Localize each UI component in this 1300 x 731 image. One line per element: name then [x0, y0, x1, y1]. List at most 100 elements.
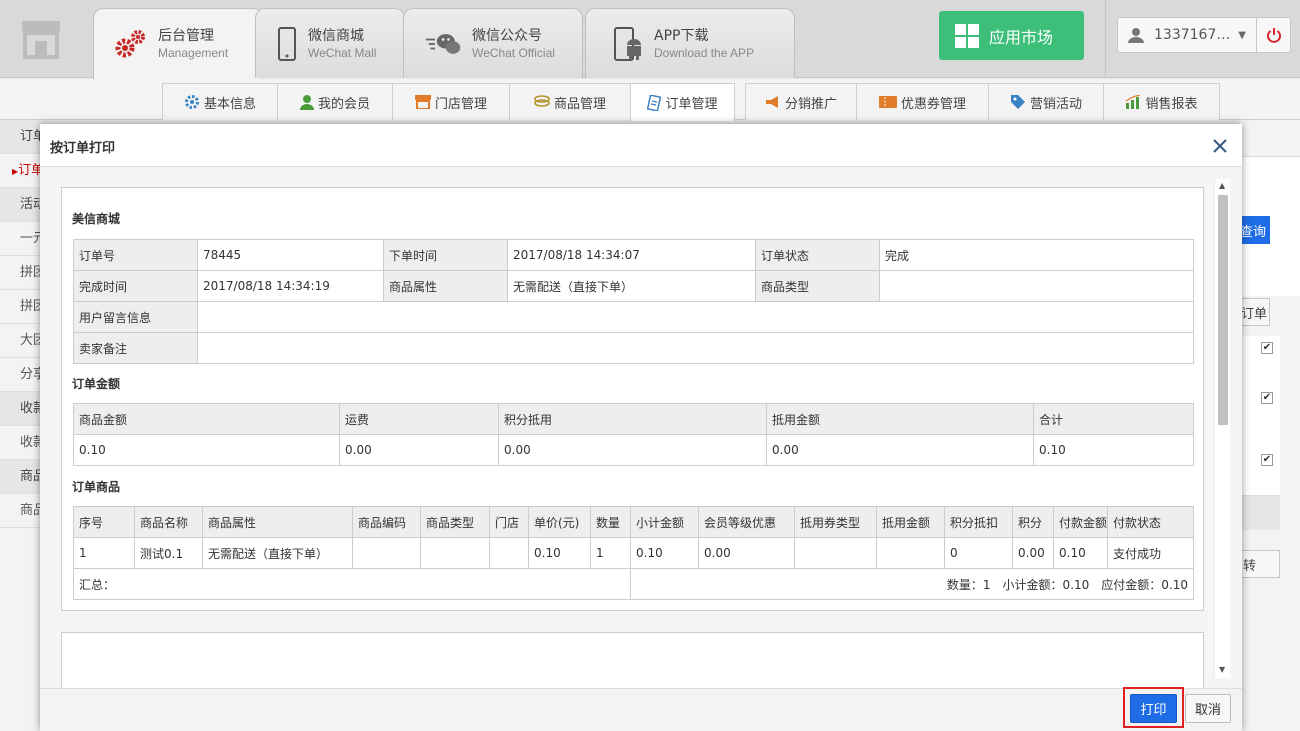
coupon-icon — [878, 95, 897, 109]
order-icon — [647, 94, 662, 111]
tab-coupon-management[interactable]: 优惠券管理 — [856, 83, 989, 120]
table-cell: 0.10 — [73, 434, 340, 466]
tab-title: 微信商城 — [308, 27, 364, 44]
app-market-label: 应用市场 — [989, 27, 1054, 47]
goods-attr-label: 商品属性 — [383, 270, 508, 302]
wechat-icon — [426, 26, 462, 62]
table-cell: 0 — [944, 537, 1013, 569]
column-header: 付款金额 — [1053, 506, 1108, 538]
finish-time-value: 2017/08/18 14:34:19 — [197, 270, 384, 302]
column-header: 积分抵用 — [498, 403, 767, 435]
chart-icon — [1125, 95, 1141, 109]
dialog-title: 按订单打印 — [50, 141, 116, 156]
sidebar-group[interactable]: 商品 — [0, 460, 43, 494]
table-cell — [876, 537, 945, 569]
table-cell: 支付成功 — [1107, 537, 1194, 569]
table-row: 卖家备注 — [73, 332, 1194, 364]
dialog-body: 美信商城 订单号 78445 下单时间 2017/08/18 14:34:07 … — [40, 167, 1242, 688]
tab-members[interactable]: 我的会员 — [277, 83, 393, 120]
column-header: 抵用金额 — [876, 506, 945, 538]
user-menu[interactable]: 1337167… ▼ — [1117, 17, 1257, 53]
caret-down-icon: ▼ — [1238, 29, 1246, 41]
sidebar-item[interactable]: 商品 — [0, 494, 43, 528]
amount-section-title: 订单金额 — [72, 377, 121, 391]
logout-button[interactable] — [1257, 17, 1291, 53]
query-button[interactable]: 查询 — [1240, 216, 1270, 244]
sidebar-item[interactable]: 收款 — [0, 426, 43, 460]
column-header: 商品金额 — [73, 403, 340, 435]
tab-wechat-official[interactable]: 微信公众号 WeChat Official — [403, 8, 583, 78]
table-cell: 0.10 — [1053, 537, 1108, 569]
store-logo-icon[interactable] — [0, 0, 82, 78]
tab-marketing[interactable]: 营销活动 — [988, 83, 1104, 120]
table-header-row: 商品金额 运费 积分抵用 抵用金额 合计 — [73, 403, 1194, 435]
dialog-footer — [40, 688, 1242, 731]
tab-wechat-mall[interactable]: 微信商城 WeChat Mall — [255, 8, 405, 78]
column-header: 商品编码 — [352, 506, 421, 538]
tab-title: 后台管理 — [158, 28, 214, 44]
scroll-up-icon[interactable]: ▲ — [1219, 181, 1225, 190]
background-button[interactable]: 订单 — [1240, 298, 1270, 326]
mobile-phone-icon — [276, 26, 298, 62]
scrollbar-thumb[interactable] — [1218, 195, 1228, 425]
user-message-label: 用户留言信息 — [73, 301, 198, 333]
table-header-row: 序号 商品名称 商品属性 商品编码 商品类型 门店 单价(元) 数量 小计金额 … — [73, 506, 1194, 538]
cancel-button[interactable]: 取消 — [1185, 694, 1231, 723]
tab-app-download[interactable]: APP下载 Download the APP — [585, 8, 795, 78]
store-icon — [414, 95, 431, 109]
checkbox[interactable]: ✔ — [1261, 392, 1273, 404]
column-header: 门店 — [489, 506, 529, 538]
tab-basic-info[interactable]: 基本信息 — [162, 83, 278, 120]
sidebar-item[interactable]: 拼团 — [0, 290, 43, 324]
sidebar-group[interactable]: 订单 — [0, 120, 43, 154]
sidebar-item[interactable]: 拼团 — [0, 256, 43, 290]
column-header: 运费 — [339, 403, 499, 435]
left-sidebar: 订单 ▶订单 活动 一元 拼团 拼团 大团 分享 收款 收款 商品 商品 — [0, 120, 44, 731]
tab-title: 微信公众号 — [472, 27, 542, 44]
table-cell: 0.00 — [698, 537, 795, 569]
table-cell: 0.10 — [528, 537, 591, 569]
column-header: 商品名称 — [134, 506, 203, 538]
tab-sales-report[interactable]: 销售报表 — [1103, 83, 1220, 120]
checkbox[interactable]: ✔ — [1261, 454, 1273, 466]
print-button[interactable]: 打印 — [1130, 694, 1177, 723]
vertical-scrollbar[interactable]: ▲ ▼ — [1214, 179, 1230, 678]
print-order-dialog: 按订单打印 美信商城 订单号 78445 下单时间 2017/08/18 14:… — [40, 124, 1242, 731]
divider — [1105, 0, 1106, 78]
table-row: 订单号 78445 下单时间 2017/08/18 14:34:07 订单状态 … — [73, 239, 1194, 271]
sidebar-group[interactable]: 活动 — [0, 188, 43, 222]
table-cell — [489, 537, 529, 569]
android-phone-icon — [612, 26, 644, 62]
column-header: 抵用券类型 — [794, 506, 877, 538]
tab-store-management[interactable]: 门店管理 — [392, 83, 510, 120]
column-header: 商品类型 — [420, 506, 490, 538]
background-button[interactable]: 转 — [1240, 550, 1280, 578]
tab-goods-management[interactable]: 商品管理 — [509, 83, 631, 120]
tab-subtitle: WeChat Official — [472, 45, 555, 60]
tab-distribution[interactable]: 分销推广 — [745, 83, 857, 120]
sidebar-item[interactable]: 分享 — [0, 358, 43, 392]
tab-subtitle: Management — [158, 46, 229, 60]
column-header: 积分 — [1012, 506, 1054, 538]
sidebar-item[interactable]: 大团 — [0, 324, 43, 358]
tab-management[interactable]: 后台管理 Management — [93, 8, 263, 79]
table-row: 用户留言信息 — [73, 301, 1194, 333]
close-button[interactable] — [1210, 136, 1230, 156]
table-cell: 无需配送（直接下单） — [202, 537, 353, 569]
sidebar-group[interactable]: 收款 — [0, 392, 43, 426]
sidebar-item[interactable]: 一元 — [0, 222, 43, 256]
summary-value: 数量：1 小计金额：0.10 应付金额：0.10 — [630, 568, 1194, 600]
checkbox[interactable]: ✔ — [1261, 342, 1273, 354]
scroll-down-icon[interactable]: ▼ — [1219, 665, 1225, 674]
print-preview: 美信商城 订单号 78445 下单时间 2017/08/18 14:34:07 … — [61, 187, 1204, 611]
summary-label: 汇总： — [73, 568, 631, 600]
order-time-label: 下单时间 — [383, 239, 508, 271]
column-header: 付款状态 — [1107, 506, 1194, 538]
tab-order-management[interactable]: 订单管理 — [630, 83, 735, 121]
goods-attr-value: 无需配送（直接下单） — [507, 270, 756, 302]
table-cell: 1 — [590, 537, 631, 569]
seller-note-value — [197, 332, 1194, 364]
sidebar-item-active[interactable]: ▶订单 — [0, 154, 43, 188]
app-market-button[interactable]: 应用市场 — [939, 11, 1084, 60]
column-header: 单价(元) — [528, 506, 591, 538]
